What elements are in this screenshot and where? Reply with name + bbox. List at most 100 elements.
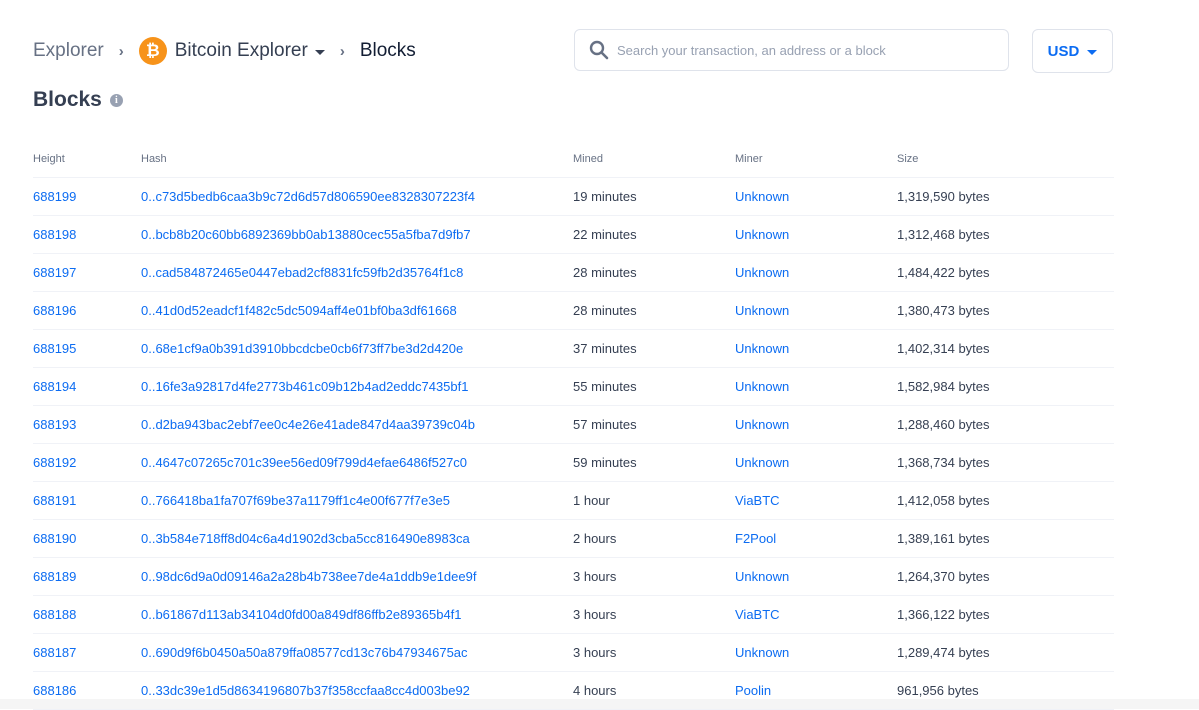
miner-link[interactable]: F2Pool	[735, 519, 897, 558]
mined-time: 1 hour	[573, 481, 735, 520]
block-height-link[interactable]: 688191	[33, 481, 141, 520]
table-row: 688194 0..16fe3a92817d4fe2773b461c09b12b4…	[33, 367, 1114, 406]
block-hash-link[interactable]: 0..c73d5bedb6caa3b9c72d6d57d806590ee8328…	[141, 177, 573, 216]
block-hash-link[interactable]: 0..4647c07265c701c39ee56ed09f799d4efae64…	[141, 443, 573, 482]
table-row: 688197 0..cad584872465e0447ebad2cf8831fc5…	[33, 253, 1114, 292]
mined-time: 3 hours	[573, 595, 735, 634]
block-height-link[interactable]: 688193	[33, 405, 141, 444]
block-height-link[interactable]: 688198	[33, 215, 141, 254]
breadcrumb: Explorer › ₿ Bitcoin Explorer › Blocks	[33, 29, 416, 73]
block-height-link[interactable]: 688187	[33, 633, 141, 672]
currency-label: USD	[1047, 42, 1080, 60]
block-size: 1,380,473 bytes	[897, 291, 1114, 330]
table-row: 688196 0..41d0d52eadcf1f482c5dc5094aff4e0…	[33, 291, 1114, 330]
block-size: 1,366,122 bytes	[897, 595, 1114, 634]
page-title-row: Blocks i	[33, 88, 123, 112]
mined-time: 28 minutes	[573, 291, 735, 330]
block-height-link[interactable]: 688189	[33, 557, 141, 596]
mined-time: 28 minutes	[573, 253, 735, 292]
block-hash-link[interactable]: 0..b61867d113ab34104d0fd00a849df86ffb2e8…	[141, 595, 573, 634]
table-header-row: Height Hash Mined Miner Size	[33, 141, 1114, 178]
block-height-link[interactable]: 688199	[33, 177, 141, 216]
bitcoin-explorer-dropdown[interactable]: ₿ Bitcoin Explorer	[138, 37, 325, 65]
block-height-link[interactable]: 688190	[33, 519, 141, 558]
miner-link[interactable]: Unknown	[735, 443, 897, 482]
search-box[interactable]	[574, 29, 1009, 71]
block-size: 1,389,161 bytes	[897, 519, 1114, 558]
header-mined: Mined	[573, 141, 735, 178]
table-row: 688191 0..766418ba1fa707f69be37a1179ff1c4…	[33, 481, 1114, 520]
info-icon[interactable]: i	[109, 93, 123, 107]
bitcoin-icon: ₿	[138, 37, 167, 65]
block-size: 1,264,370 bytes	[897, 557, 1114, 596]
miner-link[interactable]: Unknown	[735, 405, 897, 444]
miner-link[interactable]: Unknown	[735, 215, 897, 254]
mined-time: 55 minutes	[573, 367, 735, 406]
block-height-link[interactable]: 688197	[33, 253, 141, 292]
block-height-link[interactable]: 688194	[33, 367, 141, 406]
block-height-link[interactable]: 688188	[33, 595, 141, 634]
header-hash: Hash	[141, 141, 573, 178]
blocks-table: Height Hash Mined Miner Size 688199 0..c7…	[33, 141, 1114, 710]
table-row: 688187 0..690d9f6b0450a50a879ffa08577cd13…	[33, 633, 1114, 672]
block-hash-link[interactable]: 0..98dc6d9a0d09146a2a28b4b738ee7de4a1ddb…	[141, 557, 573, 596]
block-hash-link[interactable]: 0..d2ba943bac2ebf7ee0c4e26e41ade847d4aa3…	[141, 405, 573, 444]
search-input[interactable]	[615, 41, 999, 59]
mined-time: 19 minutes	[573, 177, 735, 216]
miner-link[interactable]: Unknown	[735, 329, 897, 368]
block-size: 1,582,984 bytes	[897, 367, 1114, 406]
miner-link[interactable]: Unknown	[735, 253, 897, 292]
bitcoin-explorer-label: Bitcoin Explorer	[174, 40, 308, 61]
table-row: 688195 0..68e1cf9a0b391d3910bbcdcbe0cb6f7…	[33, 329, 1114, 368]
mined-time: 2 hours	[573, 519, 735, 558]
block-hash-link[interactable]: 0..766418ba1fa707f69be37a1179ff1c4e00f67…	[141, 481, 573, 520]
block-size: 1,412,058 bytes	[897, 481, 1114, 520]
mined-time: 59 minutes	[573, 443, 735, 482]
table-row: 688190 0..3b584e718ff8d04c6a4d1902d3cba5c…	[33, 519, 1114, 558]
block-hash-link[interactable]: 0..16fe3a92817d4fe2773b461c09b12b4ad2edd…	[141, 367, 573, 406]
block-hash-link[interactable]: 0..41d0d52eadcf1f482c5dc5094aff4e01bf0ba…	[141, 291, 573, 330]
chevron-right-icon: ›	[118, 42, 124, 60]
search-icon	[589, 40, 609, 60]
block-height-link[interactable]: 688192	[33, 443, 141, 482]
miner-link[interactable]: Unknown	[735, 291, 897, 330]
breadcrumb-explorer[interactable]: Explorer	[33, 40, 104, 62]
table-row: 688192 0..4647c07265c701c39ee56ed09f799d4…	[33, 443, 1114, 482]
table-row: 688199 0..c73d5bedb6caa3b9c72d6d57d806590…	[33, 177, 1114, 216]
block-hash-link[interactable]: 0..3b584e718ff8d04c6a4d1902d3cba5cc81649…	[141, 519, 573, 558]
mined-time: 57 minutes	[573, 405, 735, 444]
table-row: 688198 0..bcb8b20c60bb6892369bb0ab13880ce…	[33, 215, 1114, 254]
mined-time: 3 hours	[573, 633, 735, 672]
block-size: 1,368,734 bytes	[897, 443, 1114, 482]
block-size: 1,288,460 bytes	[897, 405, 1114, 444]
header-size: Size	[897, 141, 1114, 178]
miner-link[interactable]: Unknown	[735, 367, 897, 406]
miner-link[interactable]: Unknown	[735, 633, 897, 672]
caret-down-icon	[314, 49, 325, 55]
block-height-link[interactable]: 688195	[33, 329, 141, 368]
block-size: 1,289,474 bytes	[897, 633, 1114, 672]
bottom-edge	[0, 699, 1199, 709]
block-size: 1,402,314 bytes	[897, 329, 1114, 368]
block-size: 1,312,468 bytes	[897, 215, 1114, 254]
block-hash-link[interactable]: 0..690d9f6b0450a50a879ffa08577cd13c76b47…	[141, 633, 573, 672]
currency-selector[interactable]: USD	[1032, 29, 1113, 73]
miner-link[interactable]: Unknown	[735, 177, 897, 216]
block-hash-link[interactable]: 0..cad584872465e0447ebad2cf8831fc59fb2d3…	[141, 253, 573, 292]
block-hash-link[interactable]: 0..68e1cf9a0b391d3910bbcdcbe0cb6f73ff7be…	[141, 329, 573, 368]
mined-time: 37 minutes	[573, 329, 735, 368]
mined-time: 22 minutes	[573, 215, 735, 254]
miner-link[interactable]: ViaBTC	[735, 481, 897, 520]
page-title: Blocks	[33, 88, 102, 111]
mined-time: 3 hours	[573, 557, 735, 596]
header-height: Height	[33, 141, 141, 178]
table-row: 688188 0..b61867d113ab34104d0fd00a849df86…	[33, 595, 1114, 634]
chevron-right-icon: ›	[339, 42, 345, 60]
miner-link[interactable]: ViaBTC	[735, 595, 897, 634]
breadcrumb-current: Blocks	[359, 40, 416, 61]
block-size: 1,319,590 bytes	[897, 177, 1114, 216]
block-size: 1,484,422 bytes	[897, 253, 1114, 292]
block-height-link[interactable]: 688196	[33, 291, 141, 330]
block-hash-link[interactable]: 0..bcb8b20c60bb6892369bb0ab13880cec55a5f…	[141, 215, 573, 254]
miner-link[interactable]: Unknown	[735, 557, 897, 596]
